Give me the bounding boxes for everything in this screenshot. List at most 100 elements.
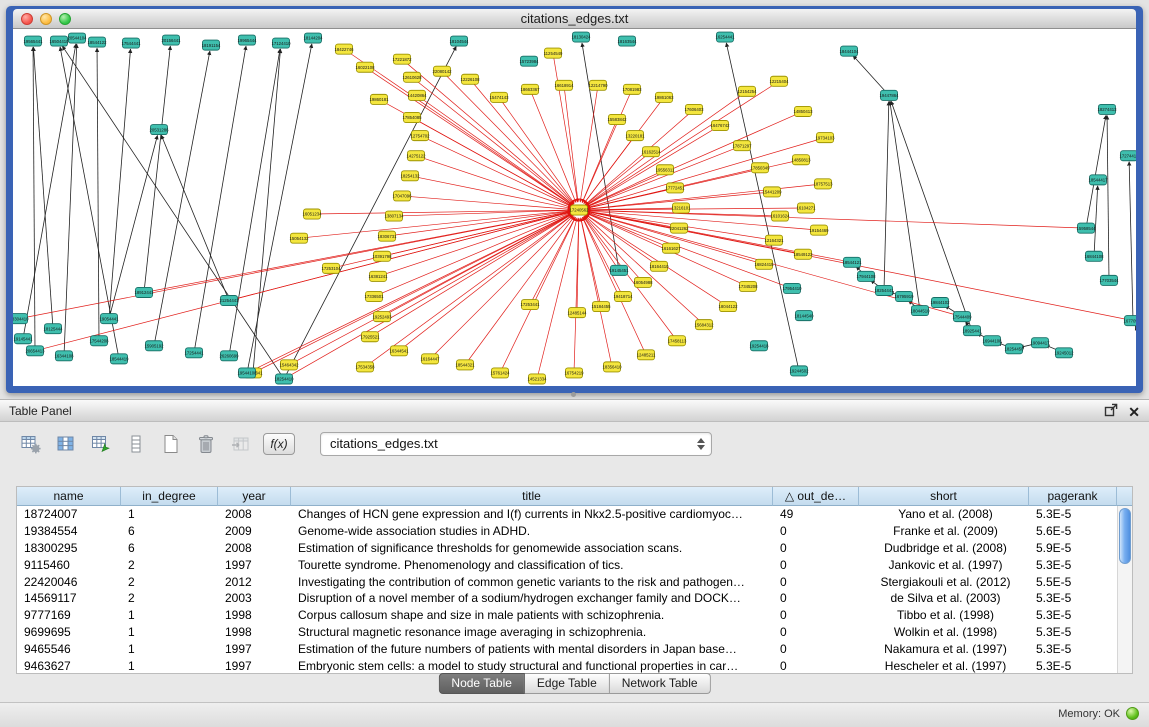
window-titlebar[interactable]: citations_edges.txt (13, 9, 1136, 29)
graph-node-label: 19734103 (815, 135, 835, 140)
table-header-cap (1117, 487, 1132, 506)
graph-node-label: 19244502 (789, 369, 809, 374)
table-row[interactable]: 946362711997Embryonic stem cells: a mode… (17, 657, 1117, 673)
graph-node-label: 12214790 (588, 83, 608, 88)
graph-node-label: 16795919 (894, 294, 914, 299)
column-header-pagerank[interactable]: pagerank (1029, 487, 1117, 506)
table-cell: 1997 (218, 642, 291, 656)
hub-citation-edge (580, 85, 598, 202)
graph-node-label: 16381241 (368, 274, 388, 279)
table-selector-dropdown[interactable]: citations_edges.txt (320, 432, 712, 456)
graph-node-label: 16844108 (1084, 254, 1104, 259)
graph-node-label: 13216101 (671, 206, 691, 211)
tab-node-table[interactable]: Node Table (438, 673, 525, 694)
memory-status-icon[interactable] (1126, 707, 1139, 720)
table-cell: Corpus callosum shape and size in male p… (291, 608, 773, 622)
edit-table-icon[interactable] (88, 431, 114, 457)
table-settings-icon[interactable] (18, 431, 44, 457)
citation-edge (60, 47, 119, 359)
graph-node-label: 19154469 (809, 228, 829, 233)
graph-node-label: 22041262 (669, 226, 689, 231)
citation-edge (154, 51, 210, 346)
table-row[interactable]: 1938455462009Genome-wide association stu… (17, 523, 1117, 540)
graph-node-label: 19145441 (13, 336, 33, 341)
table-row[interactable]: 1872400712008Changes of HCN gene express… (17, 506, 1117, 523)
graph-node-label: 17253441 (520, 302, 540, 307)
graph-node-label: 15054132 (289, 236, 309, 241)
table-scrollbar-thumb[interactable] (1119, 508, 1131, 564)
column-header-in_degree[interactable]: in_degree (121, 487, 218, 506)
graph-node-label: 17544409 (952, 314, 972, 319)
new-document-icon[interactable] (158, 431, 184, 457)
table-cell: 1 (121, 642, 218, 656)
graph-node-label: 12164321 (764, 238, 784, 243)
network-graph[interactable]: 1724056218422746160221081722187212610628… (13, 29, 1136, 386)
table-row[interactable]: 1456911722003Disruption of a novel membe… (17, 590, 1117, 607)
citation-edge (1107, 115, 1109, 280)
hub-citation-edge (587, 184, 823, 209)
graph-node-label: 16824415 (754, 262, 774, 267)
close-panel-icon[interactable]: ✕ (1128, 405, 1140, 420)
graph-node-label: 18544121 (842, 260, 862, 265)
table-cell: 0 (773, 524, 859, 538)
graph-node-label: 18356410 (602, 365, 622, 370)
table-cell: 1998 (218, 625, 291, 639)
import-table-icon[interactable] (228, 431, 254, 457)
tab-network-table[interactable]: Network Table (610, 673, 711, 694)
table-row[interactable]: 2242004622012Investigating the contribut… (17, 573, 1117, 590)
rows-icon[interactable] (123, 431, 149, 457)
table-scrollbar[interactable] (1117, 506, 1132, 673)
table-toolbar: f(x) citations_edges.txt (0, 422, 1149, 462)
graph-node-label: 16476742 (710, 123, 730, 128)
graph-node-label: 17850349 (750, 165, 770, 170)
table-cell: 5.9E-5 (1029, 541, 1117, 555)
graph-node-label: 18163544 (617, 39, 637, 44)
show-columns-icon[interactable] (53, 431, 79, 457)
graph-node-label: 16754219 (564, 371, 584, 376)
function-builder-icon[interactable]: f(x) (263, 433, 295, 455)
column-header-name[interactable]: name (17, 487, 121, 506)
float-panel-icon[interactable] (1104, 403, 1118, 422)
table-cell: 9115460 (17, 558, 121, 572)
graph-node-label: 16504410 (49, 39, 69, 44)
table-selector-value: citations_edges.txt (321, 436, 694, 451)
table-cell: 5.3E-5 (1029, 591, 1117, 605)
graph-node-label: 19860181 (369, 97, 389, 102)
minimize-window-button[interactable] (40, 13, 52, 25)
table-cell: 1998 (218, 608, 291, 622)
table-cell: Investigating the contribution of common… (291, 575, 773, 589)
column-header-out_de[interactable]: △ out_de… (773, 487, 859, 506)
table-row[interactable]: 1830029562008Estimation of significance … (17, 540, 1117, 557)
citation-edge (1135, 326, 1136, 351)
table-cell: de Silva et al. (2003) (859, 591, 1029, 605)
table-row[interactable]: 969969511998Structural magnetic resonanc… (17, 624, 1117, 641)
table-cell: Hescheler et al. (1997) (859, 659, 1029, 673)
network-canvas[interactable]: 1724056218422746160221081722187212610628… (13, 29, 1136, 386)
table-tabs: Node TableEdge TableNetwork Table (438, 673, 710, 694)
graph-node-label: 17925521 (360, 334, 380, 339)
table-row[interactable]: 911546021997Tourette syndrome. Phenomeno… (17, 556, 1117, 573)
table-cell: 0 (773, 575, 859, 589)
close-window-button[interactable] (21, 13, 33, 25)
graph-node-label: 18164410 (649, 264, 669, 269)
delete-icon[interactable] (193, 431, 219, 457)
graph-node-label: 19054441 (99, 316, 119, 321)
column-header-year[interactable]: year (218, 487, 291, 506)
table-body: 1872400712008Changes of HCN gene express… (17, 506, 1117, 673)
window-controls (21, 13, 71, 25)
table-row[interactable]: 977716911998Corpus callosum shape and si… (17, 607, 1117, 624)
table-row[interactable]: 946554611997Estimation of the future num… (17, 640, 1117, 657)
column-header-short[interactable]: short (859, 487, 1029, 506)
graph-node-label: 18125444 (43, 326, 63, 331)
graph-node-label: 17253104 (321, 266, 341, 271)
panel-divider-handle[interactable] (571, 392, 576, 397)
hub-citation-edge (586, 214, 728, 306)
hub-citation-edge (289, 214, 572, 365)
tab-edge-table[interactable]: Edge Table (525, 673, 610, 694)
table-cell: 2012 (218, 575, 291, 589)
column-header-title[interactable]: title (291, 487, 773, 506)
zoom-window-button[interactable] (59, 13, 71, 25)
hub-citation-edge (587, 213, 792, 289)
table-panel-titlebar[interactable]: Table Panel ✕ (0, 400, 1149, 422)
hub-citation-edge (553, 53, 578, 202)
